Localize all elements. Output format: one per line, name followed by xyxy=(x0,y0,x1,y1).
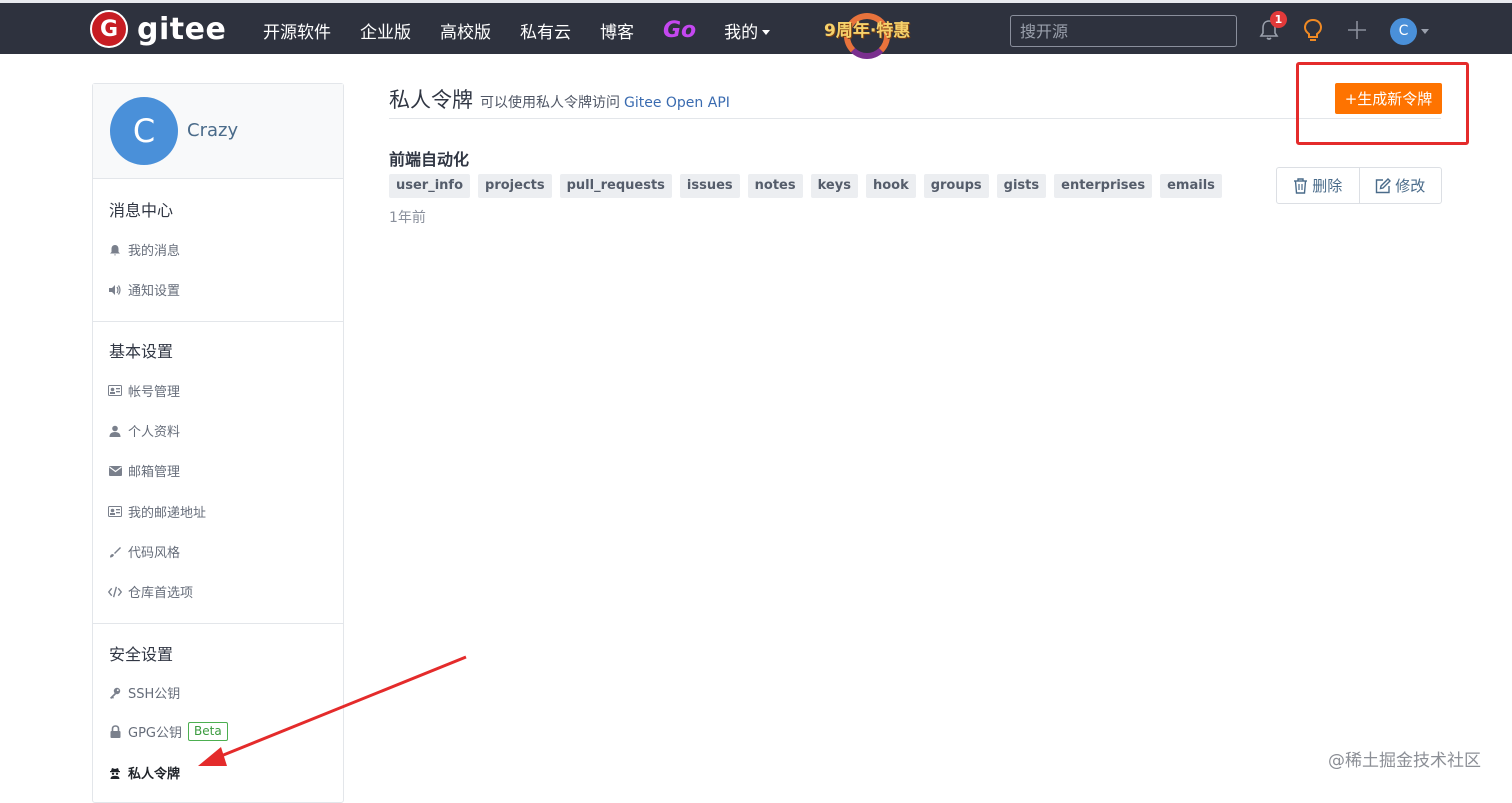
sidebar-item-mailing-address[interactable]: 我的邮递地址 xyxy=(108,502,206,521)
sidebar-item-label: 我的邮递地址 xyxy=(128,506,207,521)
scope-tag: pull_requests xyxy=(559,174,672,198)
sidebar-item-label: 代码风格 xyxy=(128,546,181,561)
gitee-logo[interactable]: G gitee xyxy=(90,9,226,49)
search-input[interactable] xyxy=(1010,15,1237,47)
lightbulb-button[interactable] xyxy=(1299,16,1327,44)
sidebar-item-label: 帐号管理 xyxy=(128,385,181,400)
sidebar-item-private-tokens[interactable]: 私人令牌 xyxy=(108,763,180,782)
section-divider xyxy=(93,321,343,322)
page-title: 私人令牌 xyxy=(389,88,473,112)
id-card-icon xyxy=(108,384,122,398)
sidebar-item-account[interactable]: 帐号管理 xyxy=(108,381,180,400)
scope-tag: projects xyxy=(478,174,552,198)
scope-tag: keys xyxy=(810,174,858,198)
page-header: 私人令牌 可以使用私人令牌访问 Gitee Open API xyxy=(389,84,730,114)
bell-icon xyxy=(108,243,122,257)
sidebar-item-label: 邮箱管理 xyxy=(128,465,181,480)
sidebar-item-gpg-keys[interactable]: GPG公钥 Beta xyxy=(108,722,228,741)
user-icon xyxy=(108,424,122,438)
volume-icon xyxy=(108,283,122,297)
create-new-button[interactable] xyxy=(1343,16,1371,44)
nav-mine-label: 我的 xyxy=(724,22,759,43)
scope-tag: hook xyxy=(865,174,916,198)
plus-icon xyxy=(1348,21,1366,39)
section-title-basic-settings: 基本设置 xyxy=(109,342,174,361)
top-navbar: G gitee 开源软件 企业版 高校版 私有云 博客 Go 我的 9周年·特惠… xyxy=(0,0,1512,59)
avatar-chevron-down-icon[interactable] xyxy=(1421,29,1429,34)
token-created-time: 1年前 xyxy=(389,210,426,226)
token-actions: 删除 修改 xyxy=(1276,167,1442,204)
section-divider xyxy=(93,623,343,624)
sidebar-item-label: 个人资料 xyxy=(128,425,181,440)
annotation-highlight-box xyxy=(1296,62,1469,145)
nav-go[interactable]: Go xyxy=(663,18,696,43)
lock-icon xyxy=(108,725,122,739)
main-nav: 开源软件 企业版 高校版 私有云 博客 Go 我的 xyxy=(263,3,799,57)
sidebar-item-label: GPG公钥 xyxy=(128,726,182,741)
key-icon xyxy=(108,686,122,700)
scope-tag: groups xyxy=(923,174,989,198)
notification-count-badge: 1 xyxy=(1270,11,1287,28)
watermark: @稀土掘金技术社区 xyxy=(1328,751,1481,771)
sidebar-item-code-style[interactable]: 代码风格 xyxy=(108,542,180,561)
trash-icon xyxy=(1294,177,1308,194)
promo-text: 9周年·特惠 xyxy=(824,21,911,41)
envelope-icon xyxy=(108,464,122,478)
chevron-down-icon xyxy=(762,30,771,35)
nav-mine-dropdown[interactable]: 我的 xyxy=(724,18,771,43)
brush-icon xyxy=(108,545,122,559)
logo-text: gitee xyxy=(137,11,227,47)
edit-token-button[interactable]: 修改 xyxy=(1358,168,1442,203)
nav-education[interactable]: 高校版 xyxy=(440,18,491,43)
sidebar-item-label: SSH公钥 xyxy=(128,687,181,702)
profile-card: C Crazy xyxy=(93,84,343,179)
sidebar-item-ssh-keys[interactable]: SSH公钥 xyxy=(108,683,180,702)
nav-blog[interactable]: 博客 xyxy=(600,18,634,43)
sidebar-item-label: 通知设置 xyxy=(128,284,181,299)
sidebar-item-label: 我的消息 xyxy=(128,244,181,259)
delete-label: 删除 xyxy=(1312,177,1343,195)
scope-tag: enterprises xyxy=(1054,174,1153,198)
avatar[interactable]: C xyxy=(110,97,178,165)
sidebar-item-profile[interactable]: 个人资料 xyxy=(108,421,180,440)
scope-tag: user_info xyxy=(389,174,471,198)
sidebar-item-label: 仓库首选项 xyxy=(128,586,194,601)
edit-label: 修改 xyxy=(1395,177,1426,195)
gitee-logo-mark: G xyxy=(90,10,128,48)
gitee-open-api-link[interactable]: Gitee Open API xyxy=(624,95,730,111)
nav-private-cloud[interactable]: 私有云 xyxy=(520,18,571,43)
edit-icon xyxy=(1376,177,1392,193)
spy-icon xyxy=(108,766,122,780)
section-title-security-settings: 安全设置 xyxy=(109,645,174,664)
user-avatar-menu[interactable]: C xyxy=(1390,18,1417,45)
sidebar-item-repo-preferences[interactable]: 仓库首选项 xyxy=(108,582,193,601)
scope-tag: gists xyxy=(996,174,1047,198)
username[interactable]: Crazy xyxy=(187,120,238,141)
code-icon xyxy=(108,585,122,599)
lightbulb-icon xyxy=(1303,18,1323,41)
scope-tag: notes xyxy=(747,174,803,198)
anniversary-promo-banner[interactable]: 9周年·特惠 xyxy=(824,11,916,59)
scope-tag: emails xyxy=(1160,174,1222,198)
header-divider xyxy=(389,118,1441,119)
page-description: 可以使用私人令牌访问 xyxy=(480,95,620,111)
nav-enterprise[interactable]: 企业版 xyxy=(360,18,411,43)
scope-tag: issues xyxy=(679,174,740,198)
logo-glyph: G xyxy=(99,16,119,42)
token-scopes: user_info projects pull_requests issues … xyxy=(389,174,1230,198)
sidebar-item-email[interactable]: 邮箱管理 xyxy=(108,461,180,480)
nav-open-source[interactable]: 开源软件 xyxy=(263,18,331,43)
sidebar-item-label: 私人令牌 xyxy=(128,767,181,782)
beta-badge: Beta xyxy=(188,722,228,741)
delete-token-button[interactable]: 删除 xyxy=(1277,168,1359,203)
sidebar-item-notification-settings[interactable]: 通知设置 xyxy=(108,280,180,299)
section-title-message-center: 消息中心 xyxy=(109,201,174,220)
address-card-icon xyxy=(108,505,122,519)
token-name: 前端自动化 xyxy=(389,150,470,169)
settings-sidebar: C Crazy 消息中心 我的消息 通知设置 基本设置 帐号管理 个人资料 邮箱… xyxy=(92,83,344,803)
sidebar-item-my-messages[interactable]: 我的消息 xyxy=(108,240,180,259)
